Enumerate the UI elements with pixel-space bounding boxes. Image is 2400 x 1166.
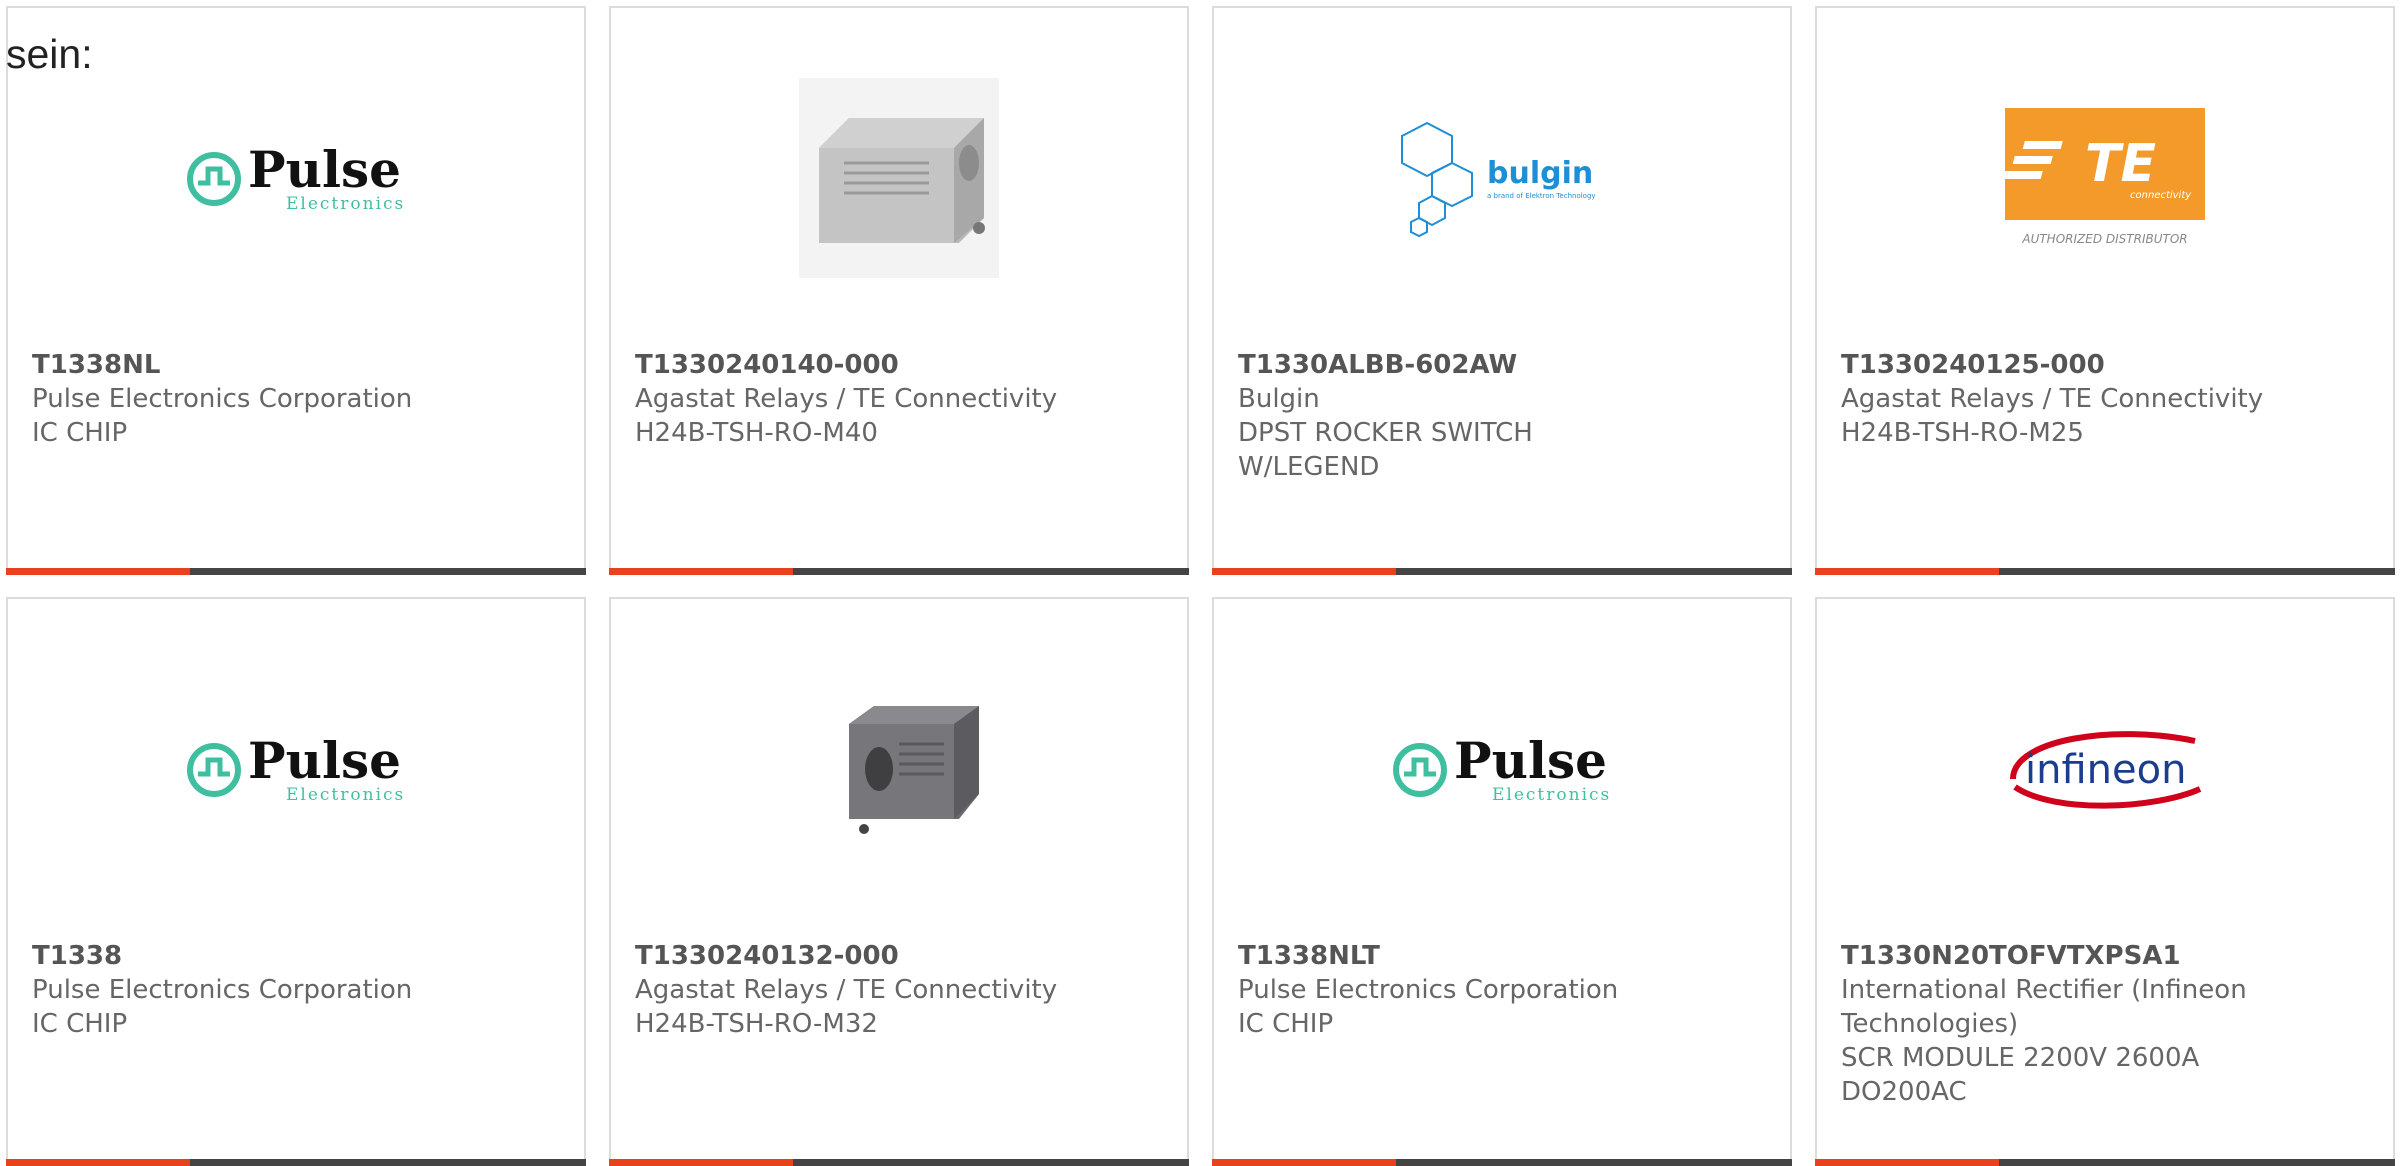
part-number[interactable]: T1330240140-000 — [635, 348, 1163, 382]
card-footer-bar — [6, 1159, 586, 1166]
description: IC CHIP — [32, 1009, 128, 1039]
part-number[interactable]: T1330240125-000 — [1841, 348, 2369, 382]
part-number[interactable]: T1338NLT — [1238, 939, 1766, 973]
svg-text:Electronics: Electronics — [1492, 785, 1611, 804]
product-card[interactable]: Pulse Electronics T1338NLT Pulse Electro… — [1212, 597, 1792, 1166]
card-footer-bar — [609, 568, 1189, 575]
card-footer-bar — [6, 568, 586, 575]
part-number[interactable]: T1338 — [32, 939, 560, 973]
manufacturer: Pulse Electronics Corporation — [32, 975, 413, 1005]
manufacturer: Agastat Relays / TE Connectivity — [1841, 384, 2264, 414]
svg-text:bulgin: bulgin — [1487, 156, 1593, 191]
product-image — [611, 659, 1187, 879]
product-card[interactable]: T1330240140-000 Agastat Relays / TE Conn… — [609, 6, 1189, 575]
product-image: Pulse Electronics — [8, 659, 584, 879]
manufacturer: Pulse Electronics Corporation — [32, 384, 413, 414]
product-card[interactable]: bulgin a brand of Elektron Technology T1… — [1212, 6, 1792, 575]
card-footer-bar — [1815, 568, 2395, 575]
svg-text:connectivity: connectivity — [2130, 190, 2192, 201]
description: IC CHIP — [1238, 1009, 1334, 1039]
connector-housing-image — [849, 706, 979, 834]
product-image: infineon — [1817, 659, 2393, 879]
svg-text:AUTHORIZED DISTRIBUTOR: AUTHORIZED DISTRIBUTOR — [2021, 232, 2187, 246]
manufacturer: Bulgin — [1238, 384, 1320, 414]
description: DPST ROCKER SWITCH W/LEGEND — [1238, 418, 1533, 482]
product-image: Pulse Electronics — [8, 68, 584, 288]
svg-text:infineon: infineon — [2025, 747, 2186, 793]
product-card[interactable]: T1330240132-000 Agastat Relays / TE Conn… — [609, 597, 1189, 1166]
description: SCR MODULE 2200V 2600A DO200AC — [1841, 1043, 2200, 1107]
card-footer-bar — [609, 1159, 1189, 1166]
manufacturer: Pulse Electronics Corporation — [1238, 975, 1619, 1005]
product-card[interactable]: Pulse Electronics T1338NL Pulse Electron… — [6, 6, 586, 575]
pulse-logo: Pulse Electronics — [187, 734, 405, 804]
svg-text:Pulse: Pulse — [1454, 734, 1607, 790]
product-image: bulgin a brand of Elektron Technology — [1214, 68, 1790, 288]
infineon-logo: infineon — [2010, 731, 2202, 809]
svg-text:TE: TE — [2085, 134, 2156, 194]
pulse-logo: Pulse Electronics — [1393, 734, 1611, 804]
description: H24B-TSH-RO-M40 — [635, 418, 878, 448]
bulgin-logo: bulgin a brand of Elektron Technology — [1401, 121, 1596, 238]
te-connectivity-logo: TE connectivity AUTHORIZED DISTRIBUTOR — [2002, 108, 2205, 246]
svg-text:Pulse: Pulse — [248, 143, 401, 199]
connector-housing-image — [799, 78, 999, 278]
product-card[interactable]: infineon T1330N20TOFVTXPSA1 Internationa… — [1815, 597, 2395, 1166]
intro-text: sein: — [6, 31, 93, 77]
part-number[interactable]: T1338NL — [32, 348, 560, 382]
manufacturer: Agastat Relays / TE Connectivity — [635, 975, 1058, 1005]
product-card[interactable]: TE connectivity AUTHORIZED DISTRIBUTOR T… — [1815, 6, 2395, 575]
svg-text:Electronics: Electronics — [286, 785, 405, 804]
part-number[interactable]: T1330N20TOFVTXPSA1 — [1841, 939, 2369, 973]
part-number[interactable]: T1330ALBB-602AW — [1238, 348, 1766, 382]
pulse-logo: Pulse Electronics — [187, 143, 405, 213]
svg-text:Electronics: Electronics — [286, 194, 405, 213]
product-image: TE connectivity AUTHORIZED DISTRIBUTOR — [1817, 68, 2393, 288]
description: H24B-TSH-RO-M32 — [635, 1009, 878, 1039]
product-grid: Pulse Electronics T1338NL Pulse Electron… — [6, 6, 2395, 1166]
product-card[interactable]: Pulse Electronics T1338 Pulse Electronic… — [6, 597, 586, 1166]
description: H24B-TSH-RO-M25 — [1841, 418, 2084, 448]
manufacturer: International Rectifier (Infineon Techno… — [1841, 975, 2247, 1039]
product-image — [611, 68, 1187, 288]
product-image: Pulse Electronics — [1214, 659, 1790, 879]
card-footer-bar — [1815, 1159, 2395, 1166]
card-footer-bar — [1212, 568, 1792, 575]
part-number[interactable]: T1330240132-000 — [635, 939, 1163, 973]
card-footer-bar — [1212, 1159, 1792, 1166]
svg-text:a brand of Elektron Technology: a brand of Elektron Technology — [1487, 192, 1596, 200]
manufacturer: Agastat Relays / TE Connectivity — [635, 384, 1058, 414]
svg-text:Pulse: Pulse — [248, 734, 401, 790]
description: IC CHIP — [32, 418, 128, 448]
